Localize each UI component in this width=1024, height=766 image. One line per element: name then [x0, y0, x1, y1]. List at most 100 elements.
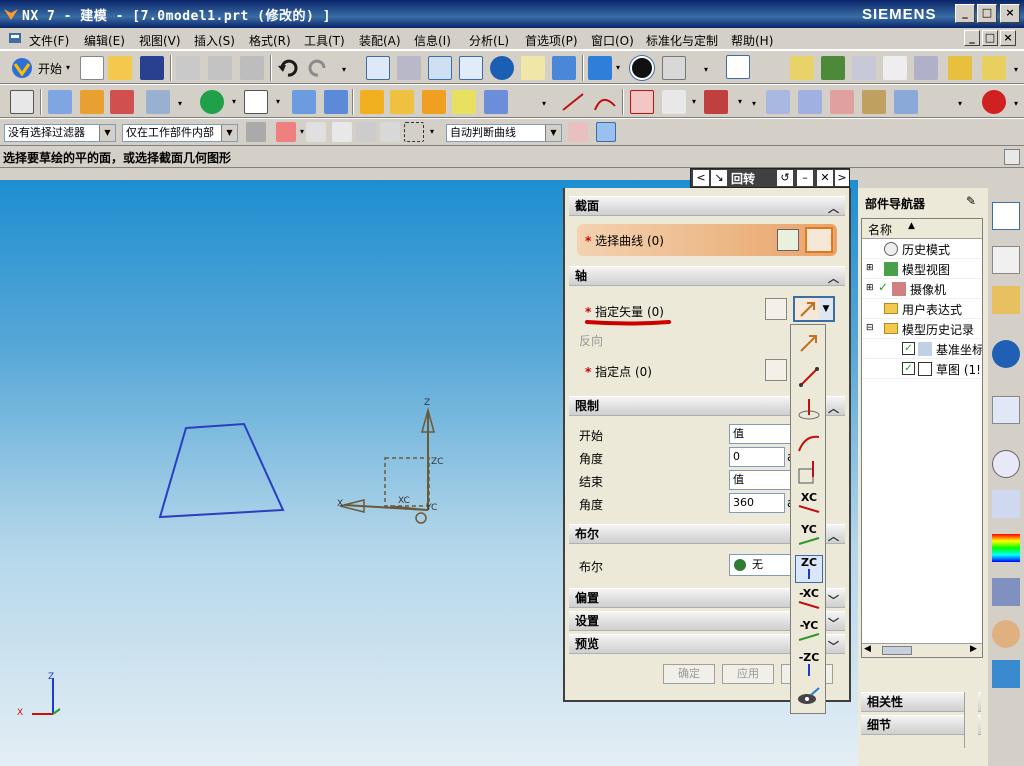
tree-row-user-expressions[interactable]: 用户表达式	[862, 299, 982, 319]
selection-scope-dropdown-icon[interactable]: ▼	[221, 125, 237, 141]
select-region-icon[interactable]	[404, 122, 424, 142]
revolve-icon[interactable]	[80, 90, 104, 114]
end-limit-select[interactable]: 值	[729, 470, 791, 490]
tree-row-history-mode[interactable]: 历史模式	[862, 239, 982, 259]
arc-icon[interactable]	[592, 90, 618, 114]
cue-line-toggle-icon[interactable]	[1004, 149, 1020, 165]
web-browser-icon[interactable]	[992, 396, 1020, 424]
pan-icon[interactable]	[521, 56, 545, 80]
multi-select-icon[interactable]	[914, 56, 938, 80]
render-style-dropdown-icon[interactable]: ▾	[614, 63, 622, 73]
zoom-icon[interactable]	[428, 56, 452, 80]
datum-dropdown-icon[interactable]: ▾	[230, 97, 238, 107]
yc-axis-option[interactable]: YC	[795, 523, 823, 551]
datum-plane-icon[interactable]	[244, 90, 268, 114]
menu-insert[interactable]: 插入(S)	[194, 32, 235, 49]
toolbar2-more4-icon[interactable]: ▾	[956, 99, 964, 109]
general-select-dropdown-icon[interactable]: ▾	[298, 127, 306, 137]
dialog-close-icon[interactable]: ✕	[817, 170, 833, 186]
menu-info[interactable]: 信息(I)	[414, 32, 451, 49]
toolbar2-more5-icon[interactable]: ▾	[1012, 99, 1020, 109]
checkbox-checked-icon[interactable]: ✓	[902, 342, 915, 355]
sketch-icon[interactable]	[10, 90, 34, 114]
expand-icon[interactable]: ⊞	[866, 283, 874, 293]
select-edge-icon[interactable]	[380, 122, 400, 142]
menu-format[interactable]: 格式(R)	[249, 32, 291, 49]
system-materials-icon[interactable]	[992, 490, 1020, 518]
datum-plane-dropdown-icon[interactable]: ▾	[274, 97, 282, 107]
offset-expand-icon[interactable]: ﹀	[828, 591, 839, 610]
pin-icon[interactable]: ✎	[966, 194, 976, 208]
cursor-select-icon[interactable]	[883, 56, 907, 80]
menu-tools[interactable]: 工具(T)	[304, 32, 345, 49]
paste-icon[interactable]	[240, 56, 264, 80]
background-icon[interactable]	[630, 56, 654, 80]
angle-vector-icon[interactable]	[795, 395, 823, 423]
part-navigator-tab-icon[interactable]	[992, 246, 1020, 274]
render-style-icon[interactable]	[588, 56, 612, 80]
neg-xc-axis-option[interactable]: -XC	[795, 587, 823, 615]
through-curves-icon[interactable]	[766, 90, 790, 114]
dialog-prev-icon[interactable]: <	[693, 170, 709, 186]
neg-yc-axis-option[interactable]: -YC	[795, 619, 823, 647]
section-view-icon[interactable]	[662, 56, 686, 80]
rotate-view-icon[interactable]	[490, 56, 514, 80]
shell-icon[interactable]	[452, 90, 476, 114]
toolbar1-more3-icon[interactable]: ▾	[1012, 65, 1020, 75]
block-icon[interactable]	[360, 90, 384, 114]
dialog-minimize-icon[interactable]: –	[797, 170, 813, 186]
zc-axis-option[interactable]: ZC	[795, 555, 823, 583]
assembly-navigator-icon[interactable]	[992, 202, 1020, 230]
undo-icon[interactable]	[276, 56, 300, 80]
roles-icon[interactable]	[992, 620, 1020, 648]
info-icon[interactable]	[992, 340, 1020, 368]
checkbox-checked-icon[interactable]: ✓	[902, 362, 915, 375]
scroll-left-icon[interactable]: ◀	[864, 644, 871, 654]
section-collapse-icon[interactable]: ︿	[828, 199, 839, 218]
start-angle-input[interactable]: 0	[729, 447, 785, 467]
swept-surface-icon[interactable]	[830, 90, 854, 114]
close-button[interactable]: ×	[1000, 4, 1020, 23]
reuse-library-icon[interactable]	[992, 286, 1020, 314]
pocket-icon[interactable]	[324, 90, 348, 114]
curve-rule-combo[interactable]: 自动判断曲线 ▼	[446, 124, 562, 142]
select-face-icon[interactable]	[356, 122, 376, 142]
preview-expand-icon[interactable]: ﹀	[828, 637, 839, 656]
extrude-icon[interactable]	[48, 90, 72, 114]
cut-icon[interactable]	[176, 56, 200, 80]
chamfer-icon[interactable]	[422, 90, 446, 114]
apply-button[interactable]: 应用	[722, 664, 774, 684]
inferred-vector-option-icon[interactable]	[795, 329, 823, 357]
doc-restore-button[interactable]: □	[982, 30, 998, 46]
dialog-reset-icon[interactable]: ↺	[777, 170, 793, 186]
vector-dialog-icon[interactable]	[765, 298, 787, 320]
curve-dropdown-icon[interactable]: ▾	[736, 97, 744, 107]
menu-file[interactable]: 文件(F)	[29, 32, 69, 49]
mesh-surface-icon[interactable]	[798, 90, 822, 114]
toolbar1-more2-icon[interactable]: ▾	[702, 65, 710, 75]
toolbar2-more-icon[interactable]: ▾	[176, 99, 184, 109]
spline-icon[interactable]	[662, 90, 686, 114]
toolbar1-more-icon[interactable]: ▾	[340, 65, 348, 75]
point-dialog-icon[interactable]	[765, 359, 787, 381]
select-curve-row[interactable]: * 选择曲线 (0)	[577, 224, 837, 256]
dialog-next-icon[interactable]: >	[835, 170, 849, 186]
copy-icon[interactable]	[208, 56, 232, 80]
xc-axis-option[interactable]: XC	[795, 491, 823, 519]
trim-icon[interactable]	[146, 90, 170, 114]
select-feature-icon[interactable]	[306, 122, 326, 142]
toolbar2-more3-icon[interactable]: ▾	[750, 99, 758, 109]
view-direction-vector-icon[interactable]	[795, 683, 823, 711]
datum-point-icon[interactable]	[200, 90, 224, 114]
visual-effects-icon[interactable]	[992, 660, 1020, 688]
curve-select-icon[interactable]	[805, 227, 833, 253]
face-normal-vector-icon[interactable]	[795, 459, 823, 487]
scroll-thumb[interactable]	[882, 646, 912, 655]
tree-row-model-views[interactable]: ⊞ 模型视图	[862, 259, 982, 279]
start-dropdown-icon[interactable]: ▾	[64, 63, 72, 73]
surface-edit-icon[interactable]	[862, 90, 886, 114]
measure-angle-icon[interactable]	[982, 56, 1006, 80]
menu-analysis[interactable]: 分析(L)	[469, 32, 509, 49]
perspective-icon[interactable]	[552, 56, 576, 80]
boss-icon[interactable]	[292, 90, 316, 114]
